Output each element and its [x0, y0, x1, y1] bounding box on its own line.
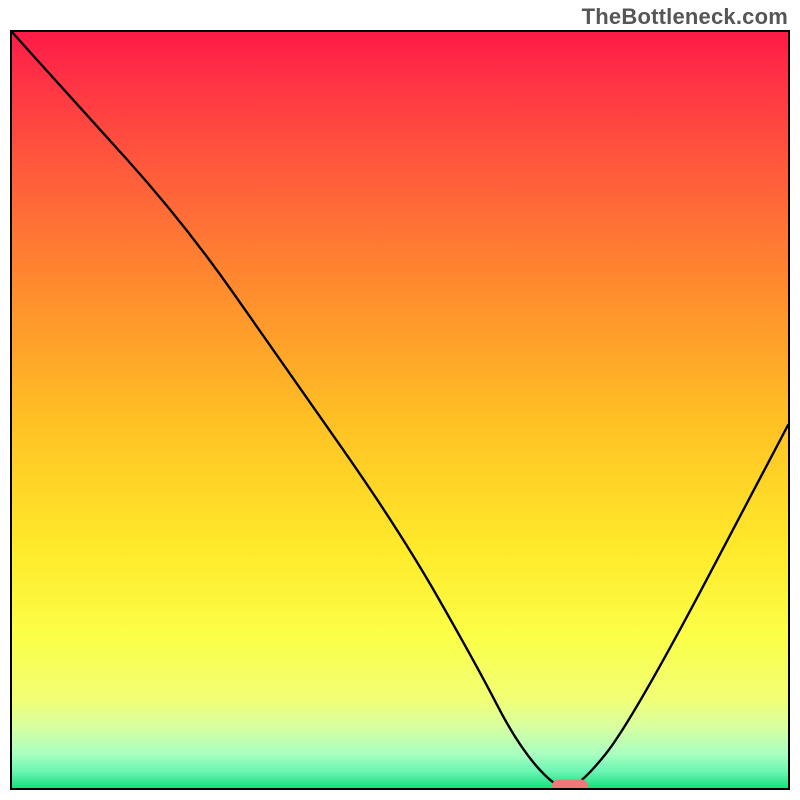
bottleneck-curve-path: [12, 32, 788, 788]
watermark: TheBottleneck.com: [582, 4, 788, 30]
optimal-marker: [552, 780, 588, 791]
chart-frame: [10, 30, 790, 790]
chart-plot-area: [12, 32, 788, 788]
